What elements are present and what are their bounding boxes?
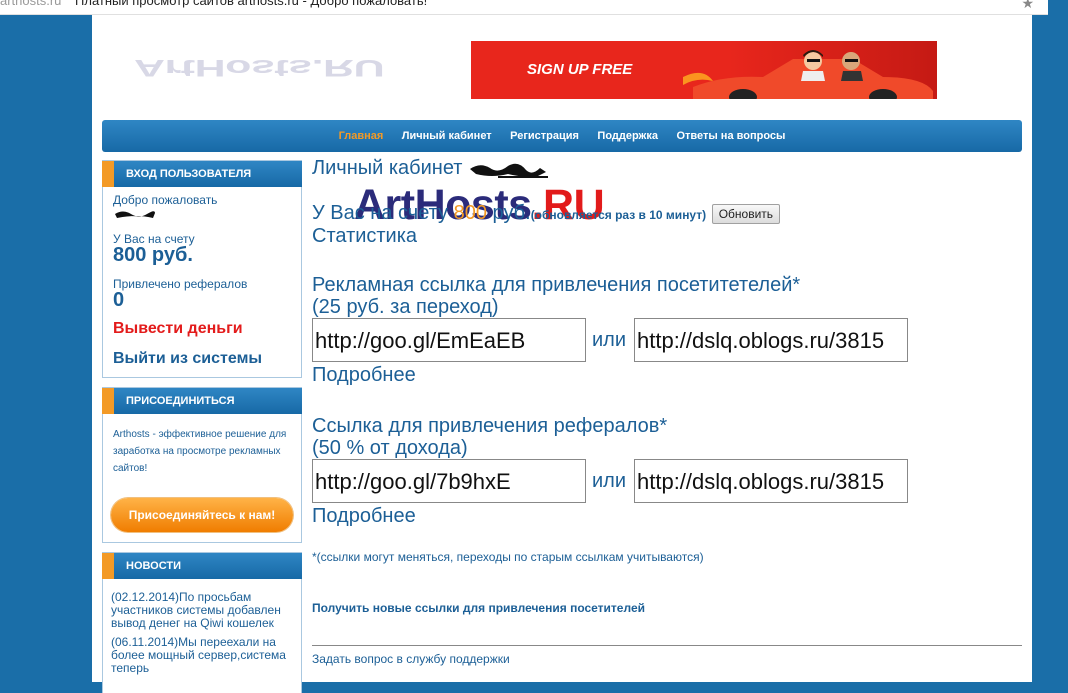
divider (312, 645, 1022, 646)
site-logo[interactable]: ArtHosts.RU ArtHosts.RU (134, 39, 605, 229)
ref-link-row: http://goo.gl/7b9hxE или http://dslq.obl… (312, 459, 1022, 507)
withdraw-link[interactable]: Вывести деньги (113, 320, 301, 338)
redacted-username-icon (115, 211, 155, 218)
balance-amount: 800 (453, 202, 487, 224)
bookmark-star-icon[interactable]: ★ (1021, 0, 1034, 10)
main-content: Личный кабинет У Вас на счету 800 руб.(о… (312, 157, 1022, 666)
news-item[interactable]: (06.11.2014)Мы переехали на более мощный… (111, 636, 295, 675)
news-box-title: НОВОСТИ (102, 553, 302, 579)
refresh-button[interactable]: Обновить (711, 203, 781, 224)
nav-home[interactable]: Главная (339, 120, 384, 152)
links-note: *(ссылки могут меняться, переходы по ста… (312, 550, 704, 564)
support-link[interactable]: Задать вопрос в службу поддержки (312, 652, 1022, 666)
ad-link-row: http://goo.gl/EmEaEB или http://dslq.obl… (312, 318, 1022, 366)
join-box-title: ПРИСОЕДИНИТЬСЯ (102, 388, 302, 414)
ref-link-short-field[interactable]: http://goo.gl/7b9hxE (312, 459, 586, 503)
car-illustration-icon (683, 50, 933, 99)
redacted-name-icon (470, 163, 549, 178)
browser-url: arthosts.ru (0, 0, 62, 8)
banner-text: SIGN UP FREE (527, 61, 633, 78)
balance-prefix: У Вас на счету (312, 202, 449, 224)
cabinet-title: Личный кабинет (312, 157, 463, 179)
balance-currency: руб. (492, 202, 531, 224)
ad-link-rate: (25 руб. за переход) (312, 296, 499, 318)
nav-faq[interactable]: Ответы на вопросы (676, 120, 785, 152)
page-container: ArtHosts.RU ArtHosts.RU SIGN UP FREE Гла… (92, 15, 1032, 693)
ad-banner[interactable]: SIGN UP FREE (471, 41, 937, 99)
user-login-box: ВХОД ПОЛЬЗОВАТЕЛЯ Добро пожаловать У Вас… (102, 160, 302, 378)
news-box: НОВОСТИ (02.12.2014)По просьбам участник… (102, 552, 302, 693)
welcome-text: Добро пожаловать (113, 193, 218, 207)
ref-link-title: Ссылка для привлечения рефералов* (312, 415, 668, 437)
nav-support[interactable]: Поддержка (597, 120, 658, 152)
browser-title: Платный просмотр сайтов arthosts.ru - До… (75, 0, 428, 8)
ad-link-short-field[interactable]: http://goo.gl/EmEaEB (312, 318, 586, 362)
balance-row: У Вас на счету 800 руб.(обновляется раз … (312, 202, 1022, 225)
browser-title-bar: arthosts.ru Платный просмотр сайтов arth… (0, 0, 1048, 15)
nav-cabinet[interactable]: Личный кабинет (402, 120, 492, 152)
update-note: (обновляется раз в 10 минут) (530, 208, 707, 222)
cabinet-title-row: Личный кабинет (312, 157, 1022, 180)
news-item[interactable]: (02.12.2014)По просьбам участников систе… (111, 591, 295, 630)
ref-link-or: или (592, 470, 627, 492)
main-navigation: Главная Личный кабинет Регистрация Подде… (102, 120, 1022, 152)
ad-link-more[interactable]: Подробнее (312, 364, 1022, 387)
join-button[interactable]: Присоединяйтесь к нам! (111, 498, 293, 532)
login-box-title: ВХОД ПОЛЬЗОВАТЕЛЯ (102, 161, 302, 187)
logout-link[interactable]: Выйти из системы (113, 350, 301, 368)
ref-link-rate: (50 % от дохода) (312, 437, 468, 459)
ad-link-title: Рекламная ссылка для привлечения посетит… (312, 274, 801, 296)
ad-link-long-field[interactable]: http://dslq.oblogs.ru/3815 (634, 318, 908, 362)
ref-link-long-field[interactable]: http://dslq.oblogs.ru/3815 (634, 459, 908, 503)
ref-link-more[interactable]: Подробнее (312, 505, 1022, 528)
join-description: Arthosts - эффективное решение для зараб… (113, 429, 287, 474)
join-box: ПРИСОЕДИНИТЬСЯ Arthosts - эффективное ре… (102, 387, 302, 543)
balance-value: 800 руб. (113, 244, 193, 266)
get-new-links[interactable]: Получить новые ссылки для привлечения по… (312, 601, 1022, 615)
statistics-link[interactable]: Статистика (312, 225, 1022, 248)
logo-reflection: ArtHosts.RU (134, 54, 385, 81)
nav-registration[interactable]: Регистрация (510, 120, 579, 152)
ad-link-or: или (592, 329, 627, 351)
referrals-value: 0 (113, 289, 125, 311)
page-background-right (1048, 0, 1068, 682)
